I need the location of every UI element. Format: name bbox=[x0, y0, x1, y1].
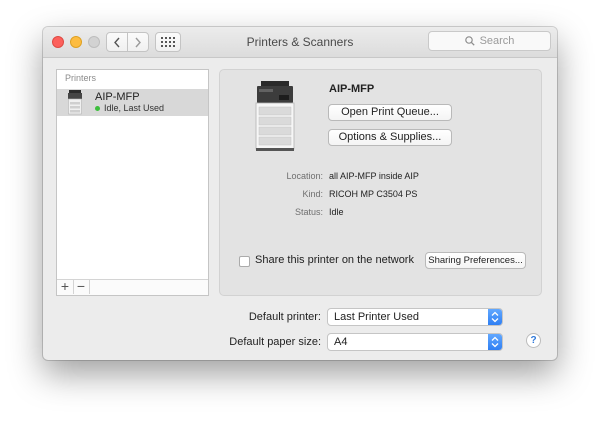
grid-icon bbox=[161, 37, 175, 47]
select-arrows-icon bbox=[488, 334, 502, 350]
status-label: Status: bbox=[294, 207, 323, 217]
printer-image-icon bbox=[255, 81, 295, 151]
default-paper-size-label: Default paper size: bbox=[229, 336, 321, 348]
default-paper-size-value: A4 bbox=[334, 336, 348, 348]
chevron-right-icon bbox=[135, 37, 141, 47]
help-button[interactable]: ? bbox=[526, 333, 541, 348]
back-button[interactable] bbox=[106, 32, 128, 52]
search-icon bbox=[464, 36, 475, 46]
share-printer-label[interactable]: Share this printer on the network bbox=[255, 254, 414, 266]
printer-status: Idle, Last Used bbox=[104, 103, 165, 113]
zoom-button[interactable] bbox=[88, 36, 100, 48]
open-print-queue-button[interactable]: Open Print Queue... bbox=[328, 104, 452, 121]
location-value: all AIP-MFP inside AIP bbox=[329, 171, 419, 181]
printer-list-footer: + − bbox=[57, 279, 208, 295]
share-printer-checkbox[interactable] bbox=[239, 256, 250, 267]
printer-detail-panel: AIP-MFP Open Print Queue... Options & Su… bbox=[219, 69, 542, 296]
selected-printer-name: AIP-MFP bbox=[329, 83, 375, 95]
kind-label: Kind: bbox=[302, 189, 323, 199]
show-all-button[interactable] bbox=[155, 32, 181, 52]
printer-list-item[interactable]: AIP-MFP Idle, Last Used bbox=[57, 89, 208, 116]
status-value: Idle bbox=[329, 207, 344, 217]
default-printer-select[interactable]: Last Printer Used bbox=[327, 308, 503, 326]
default-printer-value: Last Printer Used bbox=[334, 311, 419, 323]
search-placeholder: Search bbox=[479, 35, 515, 47]
remove-printer-button[interactable]: − bbox=[73, 279, 90, 294]
sharing-preferences-button[interactable]: Sharing Preferences... bbox=[425, 252, 526, 269]
minimize-button[interactable] bbox=[70, 36, 82, 48]
title-bar: Printers & Scanners Search bbox=[43, 27, 557, 58]
forward-button[interactable] bbox=[127, 32, 149, 52]
select-arrows-icon bbox=[488, 309, 502, 325]
chevron-left-icon bbox=[114, 37, 120, 47]
printer-name: AIP-MFP bbox=[95, 91, 140, 103]
add-printer-button[interactable]: + bbox=[57, 279, 74, 294]
search-field[interactable]: Search bbox=[428, 31, 551, 51]
close-button[interactable] bbox=[52, 36, 64, 48]
default-printer-label: Default printer: bbox=[248, 311, 321, 323]
default-paper-size-select[interactable]: A4 bbox=[327, 333, 503, 351]
printer-icon bbox=[68, 90, 82, 115]
printer-list: Printers AIP-MFP Idle, Last Used + − bbox=[56, 69, 209, 296]
location-label: Location: bbox=[286, 171, 323, 181]
printers-scanners-window: Printers & Scanners Search Printers AIP-… bbox=[43, 27, 557, 360]
printer-list-header: Printers bbox=[65, 73, 97, 83]
options-supplies-button[interactable]: Options & Supplies... bbox=[328, 129, 452, 146]
kind-value: RICOH MP C3504 PS bbox=[329, 189, 418, 199]
status-dot-icon bbox=[95, 106, 100, 111]
